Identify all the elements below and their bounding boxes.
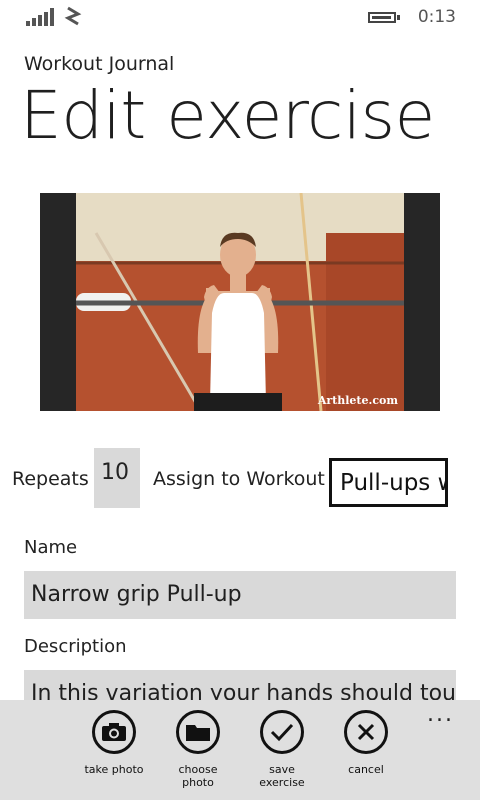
check-icon [260, 710, 304, 754]
save-exercise-button[interactable]: save exercise [242, 710, 322, 789]
repeats-label: Repeats [12, 468, 89, 490]
photo-watermark: Arthlete.com [317, 394, 398, 407]
status-bar: 0:13 [0, 0, 480, 36]
name-input[interactable]: Narrow grip Pull-up [24, 571, 456, 619]
description-label: Description [24, 636, 127, 657]
folder-icon [176, 710, 220, 754]
cancel-label: cancel [348, 763, 384, 776]
signal-strength-icon [26, 8, 54, 26]
take-photo-button[interactable]: take photo [74, 710, 154, 776]
page-title: Edit exercise [20, 77, 435, 154]
exercise-photo[interactable]: Arthlete.com [40, 193, 440, 411]
name-label: Name [24, 537, 78, 558]
save-exercise-label: save exercise [259, 763, 305, 789]
assign-workout-label: Assign to Workout [153, 468, 325, 490]
clock: 0:13 [417, 7, 456, 27]
repeats-input[interactable]: 10 [94, 448, 140, 508]
assign-workout-picker[interactable]: Pull-ups w [329, 458, 448, 507]
app-title: Workout Journal [24, 53, 175, 75]
cancel-button[interactable]: cancel [326, 710, 406, 776]
data-connection-icon [64, 6, 84, 28]
choose-photo-button[interactable]: choose photo [158, 710, 238, 789]
repeats-assign-row: Repeats 10 Assign to Workout Pull-ups w [0, 448, 480, 508]
photo-image: Arthlete.com [76, 193, 404, 411]
more-options-icon[interactable]: ... [427, 704, 454, 726]
take-photo-label: take photo [84, 763, 144, 776]
camera-icon [92, 710, 136, 754]
choose-photo-label: choose photo [178, 763, 218, 789]
application-bar: ... take photo choose photo save exercis… [0, 700, 480, 800]
battery-icon [368, 12, 396, 23]
close-icon [344, 710, 388, 754]
